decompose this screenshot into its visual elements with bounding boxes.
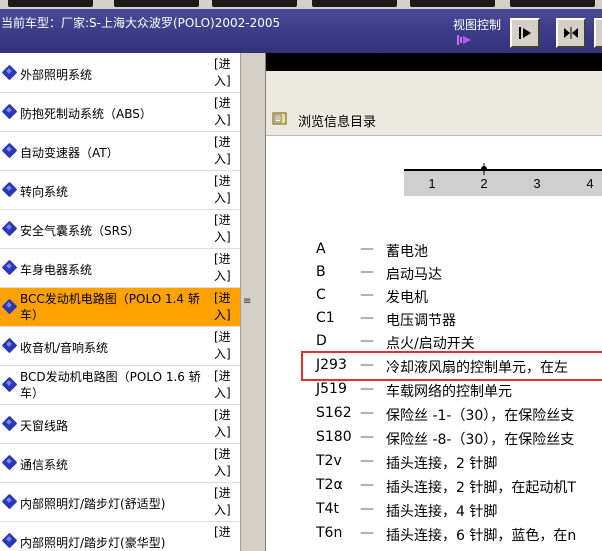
legend-dash: — bbox=[360, 501, 374, 517]
enter-link[interactable]: [进入] bbox=[214, 368, 236, 402]
pane-splitter[interactable]: ≡ bbox=[240, 53, 254, 551]
view-next-button[interactable] bbox=[510, 18, 540, 48]
system-label: 转向系统 bbox=[20, 185, 69, 199]
legend-dash: — bbox=[360, 310, 374, 326]
legend-dash: — bbox=[360, 381, 374, 397]
view-split-button[interactable] bbox=[556, 18, 586, 48]
list-item[interactable]: 天窗线路 [进入] bbox=[0, 405, 240, 444]
enter-link[interactable]: [进入] bbox=[214, 485, 236, 519]
system-label: 安全气囊系统（SRS） bbox=[20, 224, 140, 238]
signal-arrow-icon bbox=[457, 35, 471, 45]
legend-dash: — bbox=[360, 429, 374, 445]
top-tab[interactable] bbox=[410, 0, 495, 7]
legend-desc: 蓄电池 bbox=[386, 244, 428, 260]
enter-link[interactable]: [进入] bbox=[214, 173, 236, 207]
list-item[interactable]: BCD发动机电路图（POLO 1.6 轿车） [进入] bbox=[0, 366, 240, 405]
system-label: 内部照明灯/踏步灯(豪华型) bbox=[20, 536, 166, 550]
legend-dash: — bbox=[360, 525, 374, 541]
list-item[interactable]: 转向系统 [进入] bbox=[0, 171, 240, 210]
header-bar: 当前车型：厂家:S-上海大众波罗(POLO)2002-2005 视图控制 bbox=[0, 9, 602, 53]
splitter-grip-icon: ≡ bbox=[243, 296, 252, 307]
view-extra-button[interactable] bbox=[594, 18, 602, 48]
view-control-label: 视图控制 bbox=[453, 18, 502, 32]
enter-link[interactable]: [进入] bbox=[214, 56, 236, 90]
ruler-tick-label: 2 bbox=[480, 176, 487, 191]
vehicle-info: 当前车型：厂家:S-上海大众波罗(POLO)2002-2005 bbox=[1, 16, 281, 30]
legend-desc: 电压调节器 bbox=[386, 313, 456, 329]
legend-dash: — bbox=[360, 477, 374, 493]
top-tab[interactable] bbox=[312, 0, 397, 7]
split-icon bbox=[564, 27, 578, 39]
list-item[interactable]: 安全气囊系统（SRS） [进入] bbox=[0, 210, 240, 249]
legend-dash: — bbox=[360, 453, 374, 469]
enter-link[interactable]: [进入] bbox=[214, 446, 236, 480]
list-item[interactable]: 内部照明灯/踏步灯(豪华型) [进 bbox=[0, 522, 240, 551]
enter-link[interactable]: [进入] bbox=[214, 290, 236, 324]
system-label: 自动变速器（AT） bbox=[20, 146, 119, 160]
system-label: 收音机/音响系统 bbox=[20, 341, 109, 355]
legend-desc: 保险丝 -1-（30），在保险丝支 bbox=[386, 408, 575, 424]
enter-link[interactable]: [进入] bbox=[214, 134, 236, 168]
legend-desc: 启动马达 bbox=[386, 267, 442, 283]
ruler-tick-label: 3 bbox=[533, 176, 540, 191]
list-item[interactable]: 内部照明灯/踏步灯(舒适型) [进入] bbox=[0, 483, 240, 522]
system-label: 内部照明灯/踏步灯(舒适型) bbox=[20, 497, 166, 511]
list-item[interactable]: 自动变速器（AT） [进入] bbox=[0, 132, 240, 171]
list-item[interactable]: 收音机/音响系统 [进入] bbox=[0, 327, 240, 366]
system-label: 外部照明系统 bbox=[20, 68, 93, 82]
list-item[interactable]: 防抱死制动系统（ABS） [进入] bbox=[0, 93, 240, 132]
legend-desc: 插头连接，6 针脚，蓝色，在n bbox=[386, 528, 577, 544]
legend-dash: — bbox=[360, 287, 374, 303]
enter-link[interactable]: [进入] bbox=[214, 212, 236, 246]
legend-desc: 发电机 bbox=[386, 290, 428, 306]
system-label: 天窗线路 bbox=[20, 419, 69, 433]
top-tab[interactable] bbox=[8, 0, 93, 7]
highlight-box bbox=[301, 351, 602, 381]
legend-dash: — bbox=[360, 333, 374, 349]
folder-book-icon[interactable] bbox=[272, 111, 288, 125]
ruler-tick-label: 4 bbox=[586, 176, 593, 191]
legend-desc: 插头连接，2 针脚 bbox=[386, 456, 498, 472]
legend-dash: — bbox=[360, 241, 374, 257]
enter-link[interactable]: [进入] bbox=[214, 329, 236, 363]
circuit-ruler: 1 2 3 4 bbox=[404, 163, 602, 196]
system-list: 外部照明系统 [进入] 防抱死制动系统（ABS） [进入] 自动变速器（AT） … bbox=[0, 53, 240, 551]
list-item[interactable]: 通信系统 [进入] bbox=[0, 444, 240, 483]
system-label: 车身电器系统 bbox=[20, 263, 93, 277]
ruler-tick-label: 1 bbox=[428, 176, 435, 191]
legend-desc: 车载网络的控制单元 bbox=[386, 384, 512, 400]
system-label: 防抱死制动系统（ABS） bbox=[20, 107, 152, 121]
play-icon bbox=[519, 27, 531, 39]
legend-desc: 插头连接，2 针脚，在起动机T bbox=[386, 480, 576, 496]
system-label: BCC发动机电路图（POLO 1.4 轿车） bbox=[20, 292, 200, 322]
top-tab[interactable] bbox=[114, 0, 199, 7]
top-tab-strip bbox=[0, 0, 602, 9]
legend-desc: 插头连接，4 针脚 bbox=[386, 504, 498, 520]
browse-bar: 浏览信息目录 bbox=[266, 71, 602, 136]
list-item[interactable]: 车身电器系统 [进入] bbox=[0, 249, 240, 288]
browse-title[interactable]: 浏览信息目录 bbox=[298, 111, 376, 130]
content-pane: 浏览信息目录 1 2 3 4 A — 蓄电池 B — 启动马达 C — 发电机 … bbox=[266, 53, 602, 551]
system-label: 通信系统 bbox=[20, 458, 69, 472]
list-item-selected[interactable]: BCC发动机电路图（POLO 1.4 轿车） [进入] bbox=[0, 288, 240, 327]
enter-link[interactable]: [进入] bbox=[214, 407, 236, 441]
enter-link[interactable]: [进 bbox=[214, 524, 236, 541]
right-pane-gutter bbox=[254, 53, 266, 551]
legend-desc: 保险丝 -8-（30），在保险丝支 bbox=[386, 432, 575, 448]
top-tab[interactable] bbox=[510, 0, 595, 7]
legend-dash: — bbox=[360, 405, 374, 421]
content-top-band bbox=[266, 53, 602, 71]
top-tab[interactable] bbox=[212, 0, 297, 7]
legend-desc: 点火/启动开关 bbox=[386, 336, 475, 352]
system-label: BCD发动机电路图（POLO 1.6 轿车） bbox=[20, 370, 201, 400]
list-item[interactable]: 外部照明系统 [进入] bbox=[0, 54, 240, 93]
enter-link[interactable]: [进入] bbox=[214, 251, 236, 285]
legend-dash: — bbox=[360, 264, 374, 280]
enter-link[interactable]: [进入] bbox=[214, 95, 236, 129]
